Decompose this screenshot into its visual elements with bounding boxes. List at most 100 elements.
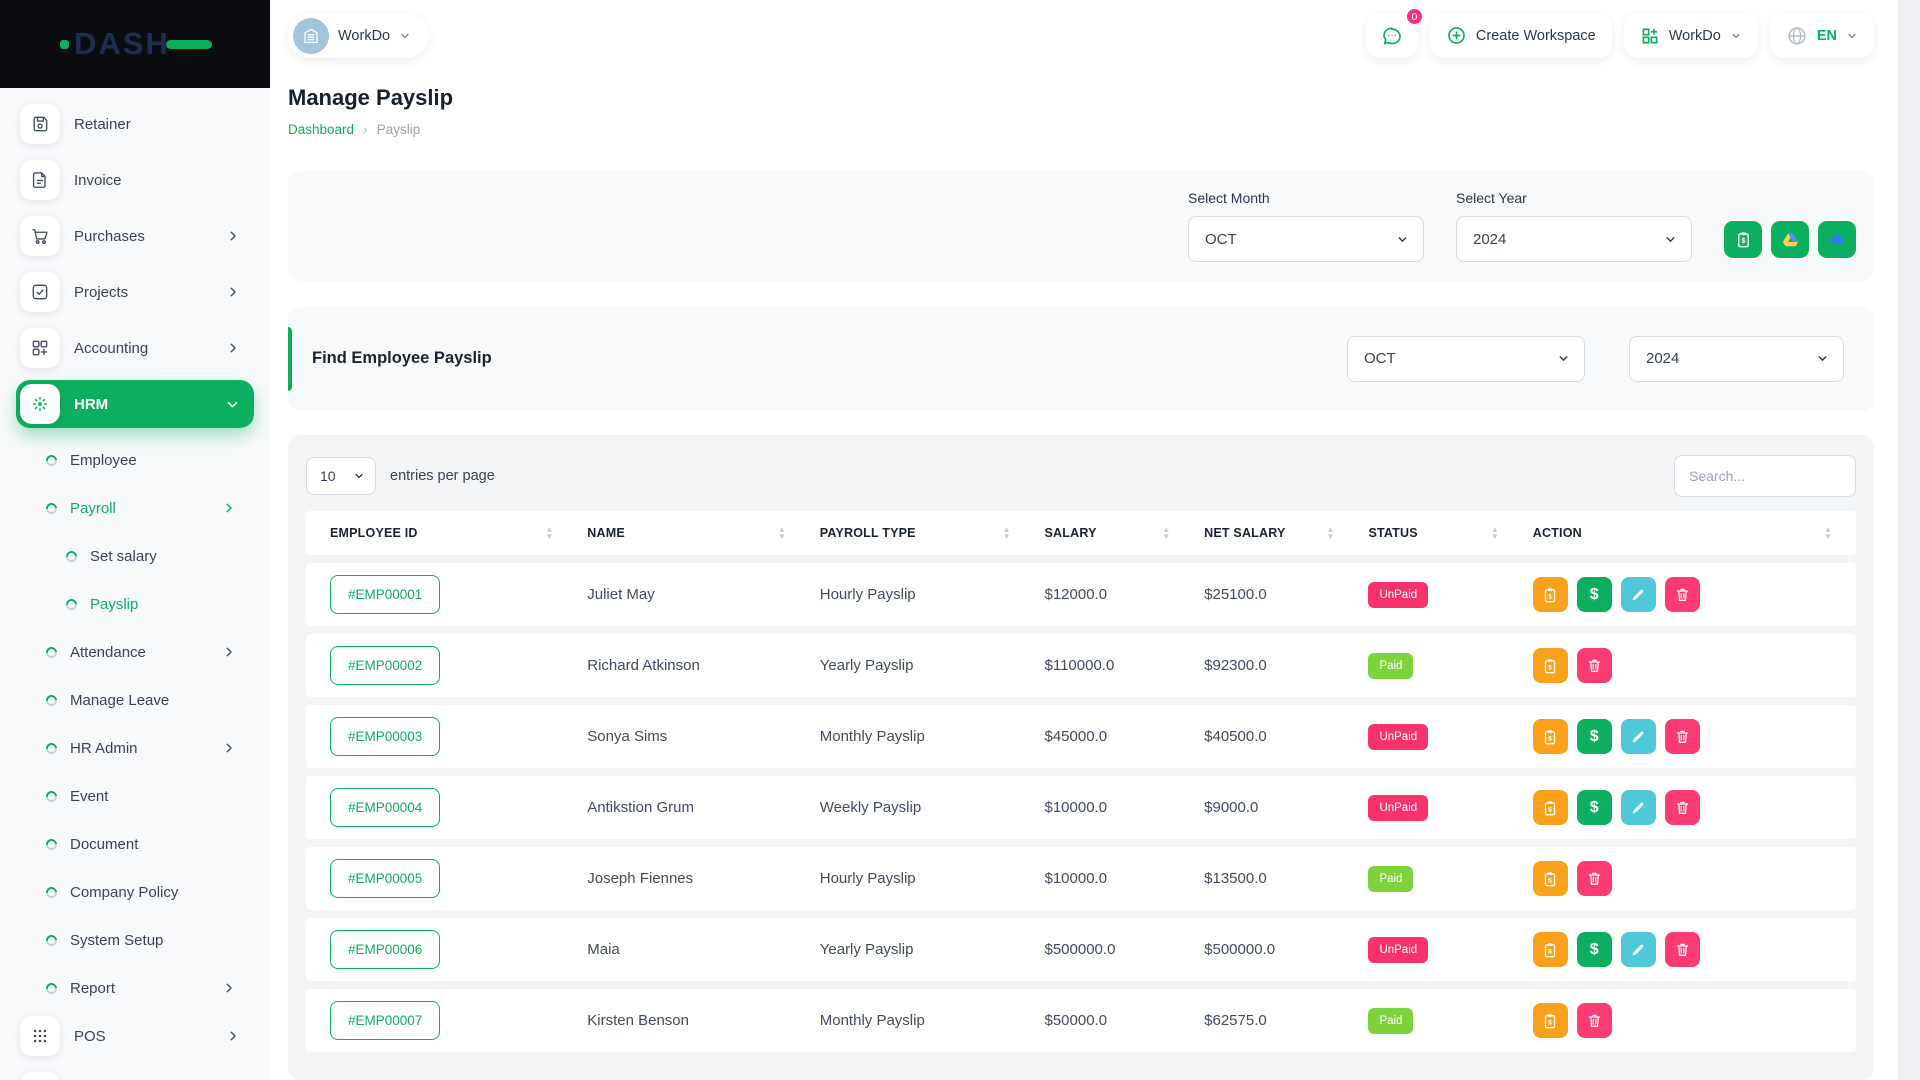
year-value: 2024 [1473, 231, 1506, 248]
payslip-export-button[interactable]: $ [1724, 221, 1762, 258]
table-controls: 10 entries per page [306, 455, 1856, 497]
sidebar-item-document[interactable]: Document [16, 820, 254, 868]
year-select[interactable]: 2024 [1456, 216, 1692, 262]
employee-id-button[interactable]: #EMP00002 [330, 646, 440, 685]
sidebar-item-report[interactable]: Report [16, 964, 254, 1012]
language-selector[interactable]: EN [1770, 13, 1874, 58]
sidebar-item-accounting[interactable]: Accounting [16, 324, 254, 372]
chevron-right-icon [226, 1029, 240, 1043]
payslip-icon: $ [1541, 799, 1559, 817]
actions-cell: $ [1523, 634, 1856, 697]
employee-id-button[interactable]: #EMP00005 [330, 859, 440, 898]
sidebar-item-retainer[interactable]: Retainer [16, 100, 254, 148]
sidebar-item-set-salary[interactable]: Set salary [16, 532, 254, 580]
language-label: EN [1817, 28, 1837, 44]
month-field: Select Month OCT [1188, 190, 1424, 262]
pay-button[interactable]: $ [1577, 790, 1612, 825]
sidebar-item-event[interactable]: Event [16, 772, 254, 820]
pay-button[interactable]: $ [1577, 577, 1612, 612]
workspace-grid-icon [1640, 26, 1660, 46]
sort-icon[interactable]: ▲▼ [1162, 526, 1170, 540]
workdo-menu-button[interactable]: WorkDo [1624, 13, 1758, 58]
net-salary-cell: $500000.0 [1194, 918, 1358, 981]
name-cell: Sonya Sims [577, 705, 810, 768]
payslip-button[interactable]: $ [1533, 1003, 1568, 1038]
page-scrollbar[interactable] [1898, 0, 1920, 1080]
delete-button[interactable] [1577, 1003, 1612, 1038]
payslip-button[interactable]: $ [1533, 719, 1568, 754]
payslip-button[interactable]: $ [1533, 577, 1568, 612]
employee-id-button[interactable]: #EMP00003 [330, 717, 440, 756]
google-drive-export-button[interactable] [1771, 221, 1809, 258]
delete-button[interactable] [1665, 577, 1700, 612]
payslip-button[interactable]: $ [1533, 932, 1568, 967]
bullet-icon [44, 740, 59, 755]
onedrive-export-button[interactable] [1818, 221, 1856, 258]
sort-icon[interactable]: ▲▼ [1327, 526, 1335, 540]
sort-icon[interactable]: ▲▼ [1491, 526, 1499, 540]
sidebar-item-pos[interactable]: POS [16, 1012, 254, 1060]
save-icon [20, 104, 60, 144]
employee-id-button[interactable]: #EMP00007 [330, 1001, 440, 1040]
search-input[interactable] [1674, 455, 1856, 497]
sidebar-item-crm[interactable]: CRM [16, 1068, 254, 1080]
accounting-grid-icon [20, 328, 60, 368]
month-select[interactable]: OCT [1188, 216, 1424, 262]
sidebar-item-attendance[interactable]: Attendance [16, 628, 254, 676]
chevron-right-icon [226, 285, 240, 299]
logo-area[interactable]: DASH [0, 0, 270, 88]
salary-cell: $110000.0 [1035, 634, 1195, 697]
sort-icon[interactable]: ▲▼ [778, 526, 786, 540]
sort-icon[interactable]: ▲▼ [1003, 526, 1011, 540]
sidebar-item-system-setup[interactable]: System Setup [16, 916, 254, 964]
breadcrumb-dashboard-link[interactable]: Dashboard [288, 122, 354, 137]
payroll-type-cell: Weekly Payslip [810, 776, 1035, 839]
pay-button[interactable]: $ [1577, 932, 1612, 967]
delete-button[interactable] [1577, 861, 1612, 896]
edit-button[interactable] [1621, 932, 1656, 967]
delete-button[interactable] [1665, 932, 1700, 967]
payslip-button[interactable]: $ [1533, 861, 1568, 896]
chevron-right-icon [222, 645, 236, 659]
sort-icon[interactable]: ▲▼ [1824, 526, 1832, 540]
pay-icon: $ [1590, 586, 1599, 604]
workspace-selector[interactable]: WorkDo [288, 13, 429, 58]
sort-icon[interactable]: ▲▼ [545, 526, 553, 540]
employee-id-button[interactable]: #EMP00006 [330, 930, 440, 969]
actions-cell: $$ [1523, 776, 1856, 839]
entries-per-page-select[interactable]: 10 [306, 457, 376, 495]
messages-badge: 0 [1405, 7, 1424, 26]
chevron-right-icon [226, 341, 240, 355]
pay-button[interactable]: $ [1577, 719, 1612, 754]
edit-button[interactable] [1621, 577, 1656, 612]
bullet-icon [64, 596, 79, 611]
payslip-button[interactable]: $ [1533, 790, 1568, 825]
employee-id-button[interactable]: #EMP00004 [330, 788, 440, 827]
delete-button[interactable] [1665, 790, 1700, 825]
sidebar-item-payroll[interactable]: Payroll [16, 484, 254, 532]
find-year-select[interactable]: 2024 [1629, 336, 1844, 382]
sidebar-item-label: Retainer [74, 116, 240, 133]
edit-button[interactable] [1621, 719, 1656, 754]
delete-button[interactable] [1665, 719, 1700, 754]
sidebar-item-label: Set salary [90, 548, 236, 565]
create-workspace-button[interactable]: Create Workspace [1430, 13, 1612, 58]
sidebar-item-projects[interactable]: Projects [16, 268, 254, 316]
sidebar-item-purchases[interactable]: Purchases [16, 212, 254, 260]
messages-button[interactable]: 0 [1366, 13, 1418, 58]
employee-id-button[interactable]: #EMP00001 [330, 575, 440, 614]
sidebar-item-employee[interactable]: Employee [16, 436, 254, 484]
sidebar-item-manage-leave[interactable]: Manage Leave [16, 676, 254, 724]
find-month-select[interactable]: OCT [1347, 336, 1585, 382]
delete-button[interactable] [1577, 648, 1612, 683]
chevron-right-icon: › [363, 121, 368, 137]
sidebar-item-invoice[interactable]: Invoice [16, 156, 254, 204]
payslip-button[interactable]: $ [1533, 648, 1568, 683]
sidebar-item-hrm[interactable]: HRM [16, 380, 254, 428]
edit-button[interactable] [1621, 790, 1656, 825]
column-header-net-salary: NET SALARY▲▼ [1194, 511, 1358, 555]
sidebar-item-hr-admin[interactable]: HR Admin [16, 724, 254, 772]
sidebar-item-payslip[interactable]: Payslip [16, 580, 254, 628]
sidebar-item-company-policy[interactable]: Company Policy [16, 868, 254, 916]
cart-icon [20, 216, 60, 256]
